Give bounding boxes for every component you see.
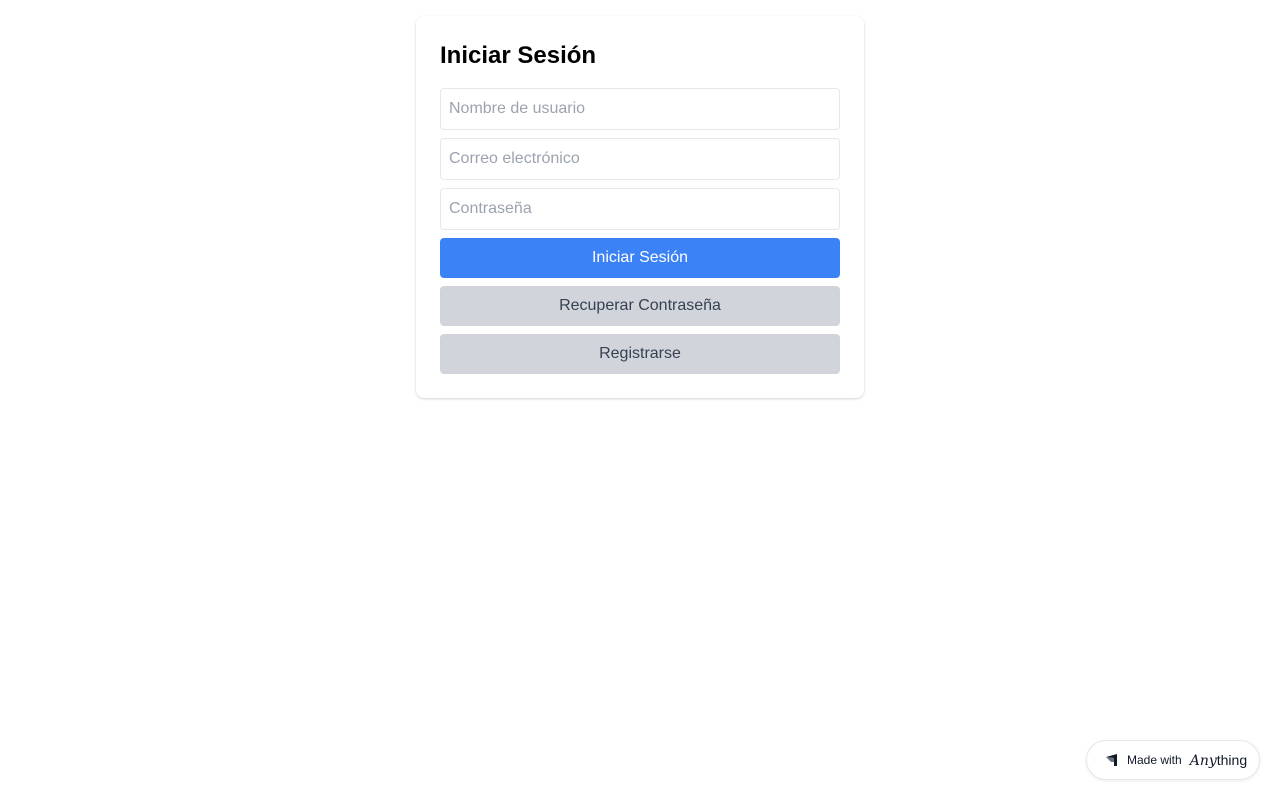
- register-button[interactable]: Registrarse: [440, 334, 840, 374]
- email-input[interactable]: [440, 138, 840, 180]
- login-button[interactable]: Iniciar Sesión: [440, 238, 840, 278]
- anything-logo-icon: [1105, 753, 1119, 767]
- login-card: Iniciar Sesión Iniciar Sesión Recuperar …: [416, 16, 864, 398]
- brand-name: Anything: [1189, 751, 1248, 769]
- page-title: Iniciar Sesión: [440, 42, 597, 69]
- recover-password-button[interactable]: Recuperar Contraseña: [440, 286, 840, 326]
- username-input[interactable]: [440, 88, 840, 130]
- made-with-label: Made with: [1127, 753, 1182, 767]
- made-with-badge[interactable]: Made with Anything: [1086, 740, 1260, 780]
- password-input[interactable]: [440, 188, 840, 230]
